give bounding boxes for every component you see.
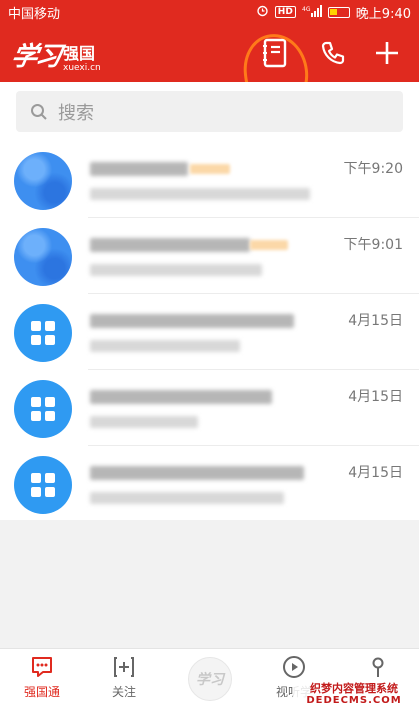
chat-list-item[interactable]: 4月15日 [0,446,419,522]
plus-box-icon [114,657,134,677]
redacted-preview [90,340,240,352]
app-bar: 学习 强国 xuexi.cn [0,24,419,82]
chat-time: 下午9:01 [343,237,403,253]
grid-icon [31,397,55,421]
redacted-tag [190,164,230,174]
chat-list-item[interactable]: 下午9:01 [0,218,419,294]
watermark: 织梦内容管理系统 DEDECMS.COM [293,681,415,706]
chat-time: 下午9:20 [343,161,403,177]
redacted-name [90,162,188,176]
avatar [14,228,72,286]
watermark-line1: 织梦内容管理系统 [310,681,398,695]
search-placeholder: 搜索 [58,102,94,124]
watermark-line2: DEDECMS.COM [306,695,402,706]
add-button[interactable] [372,38,402,68]
chat-list-item[interactable]: 下午9:20 [0,142,419,218]
nav-item-qiangguotong[interactable]: 强国通 [0,655,84,707]
grid-icon [31,321,55,345]
redacted-preview [90,492,284,504]
redacted-name [90,390,272,404]
chat-bubble-icon [32,657,52,677]
svg-text:4G: 4G [302,6,311,13]
status-bar: 中国移动 HD 4G 晚上9:40 [0,0,419,24]
logo-main-text: 强国 [63,44,96,63]
nav-item-xuexi[interactable]: 学习 [168,655,252,707]
profile-icon [372,657,384,677]
logo-script: 学习 [8,42,63,72]
search-icon [31,103,47,120]
redacted-preview [90,188,310,200]
phone-button[interactable] [318,38,348,68]
chat-list-item[interactable]: 4月15日 [0,370,419,446]
nav-label: 关注 [111,685,136,699]
avatar [14,304,72,362]
battery-icon [327,6,350,18]
grid-icon [31,473,55,497]
avatar [14,456,72,514]
avatar [14,380,72,438]
hd-badge: HD [274,6,296,18]
app-logo: 学习 强国 xuexi.cn [8,36,101,73]
search-input[interactable]: 搜索 [16,91,403,132]
redacted-preview [90,264,262,276]
xuexi-logo-icon: 学习 [188,657,232,701]
carrier-label: 中国移动 [8,6,61,22]
chat-time: 4月15日 [348,389,403,405]
logo-domain: xuexi.cn [63,63,101,73]
chat-list: 下午9:20 下午9:01 4月15日 4月15日 4月15日 [0,142,419,520]
chat-time: 4月15日 [348,465,403,481]
phone-icon [321,41,345,65]
signal-icon: 4G [302,4,322,20]
chat-time: 4月15日 [348,313,403,329]
bottom-nav: 强国通 关注 学习 视听学 织梦内容管理系统 DEDECMS.COM [0,648,419,708]
status-icons: HD 4G 晚上9:40 [256,3,411,22]
plus-icon [376,42,398,64]
nav-item-follow[interactable]: 关注 [82,655,166,707]
search-area: 搜索 [0,82,419,142]
play-icon [283,656,305,678]
redacted-name [90,314,294,328]
avatar [14,152,72,210]
redacted-tag [250,240,288,250]
alarm-icon [256,4,269,20]
clock: 晚上9:40 [355,6,411,22]
nav-label: 强国通 [23,685,60,699]
redacted-name [90,238,250,252]
redacted-name [90,466,304,480]
redacted-preview [90,416,198,428]
chat-list-item[interactable]: 4月15日 [0,294,419,370]
